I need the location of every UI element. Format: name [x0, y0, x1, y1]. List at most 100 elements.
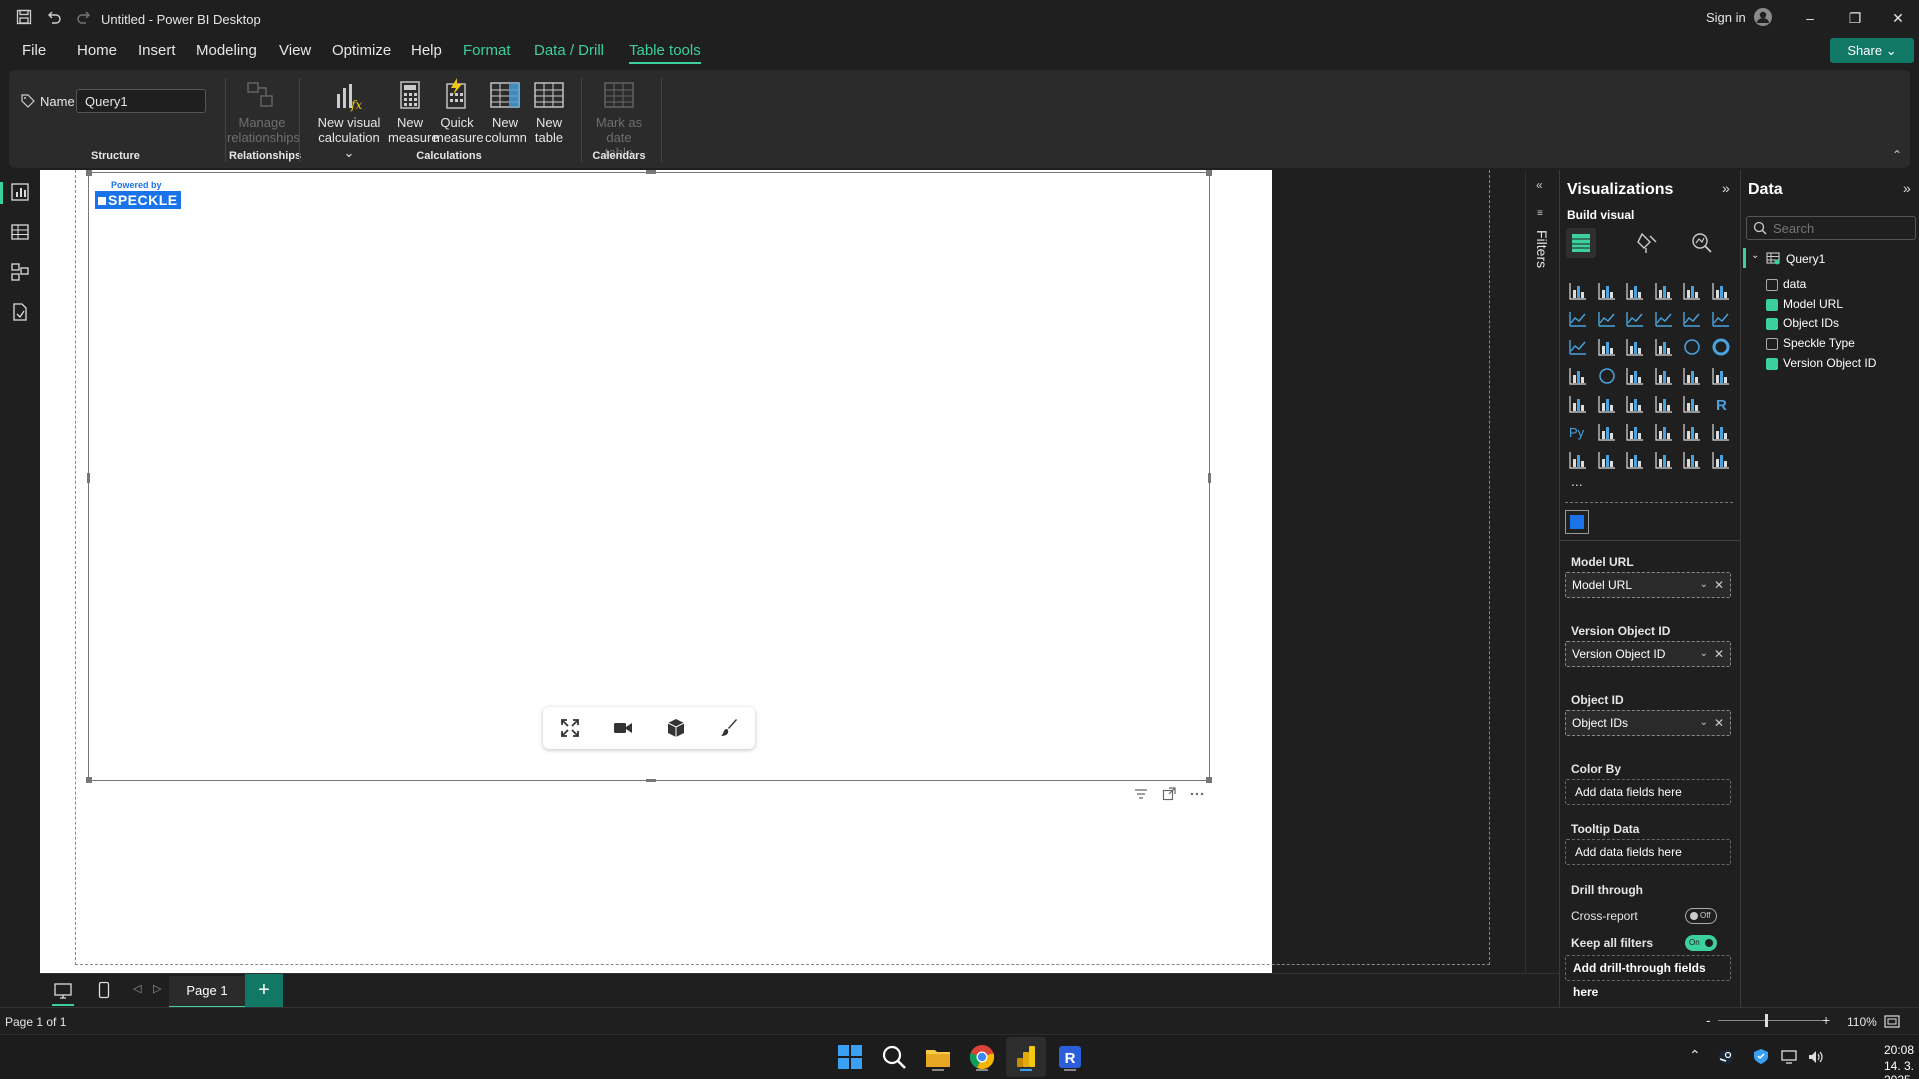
well-color-by[interactable]: Add data fields here [1565, 779, 1731, 805]
field-checkbox[interactable] [1766, 338, 1778, 351]
line-stacked-column-chart-icon[interactable] [1683, 310, 1701, 328]
menu-help[interactable]: Help [411, 42, 442, 59]
map-icon[interactable] [1598, 367, 1616, 385]
tab-table-tools[interactable]: Table tools [629, 42, 701, 64]
security-tray-icon[interactable] [1753, 1048, 1769, 1065]
desktop-layout-icon[interactable] [54, 982, 72, 1000]
smart-narrative-icon[interactable] [1683, 423, 1701, 441]
field-version-object-id[interactable]: Version Object ID [1783, 356, 1876, 370]
100-stacked-area-chart-icon[interactable] [1654, 310, 1673, 328]
menu-insert[interactable]: Insert [138, 42, 176, 59]
line-chart-icon[interactable] [1569, 310, 1587, 328]
multi-row-card-icon[interactable] [1569, 395, 1587, 413]
100-stacked-bar-chart-icon[interactable] [1683, 282, 1701, 300]
azure-map-icon[interactable] [1654, 367, 1673, 385]
chrome-icon[interactable] [968, 1043, 996, 1071]
format-visual-icon[interactable] [1636, 232, 1658, 254]
zoom-extents-icon[interactable] [560, 718, 580, 738]
menu-optimize[interactable]: Optimize [332, 42, 391, 59]
speckle-visual[interactable] [86, 170, 1212, 783]
menu-view[interactable]: View [279, 42, 311, 59]
resize-handle[interactable] [646, 779, 656, 782]
menu-modeling[interactable]: Modeling [196, 42, 257, 59]
drill-through-well[interactable]: Add drill-through fields here [1565, 955, 1731, 999]
resize-handle[interactable] [646, 170, 656, 174]
metrics-icon[interactable] [1711, 423, 1730, 441]
paint-brush-icon[interactable] [719, 718, 739, 738]
scroll-left-icon[interactable]: ◁ [133, 982, 141, 995]
new-visual-calculation-button[interactable]: New visual calculation ⌄ [312, 115, 386, 160]
stacked-bar-chart-icon[interactable] [1569, 282, 1587, 300]
zoom-level[interactable]: 110% [1847, 1015, 1877, 1029]
share-button[interactable]: Share ⌄ [1830, 38, 1914, 63]
account-icon[interactable] [1753, 7, 1773, 27]
dax-query-view-icon[interactable] [10, 302, 30, 322]
well-version-object-id[interactable]: Version Object ID ⌄ ✕ [1565, 641, 1731, 667]
stacked-column-chart-icon[interactable] [1597, 282, 1616, 300]
zoom-slider-thumb[interactable] [1765, 1014, 1769, 1027]
remove-field-icon[interactable]: ✕ [1714, 573, 1724, 597]
zoom-out-button[interactable]: - [1706, 1012, 1711, 1028]
zoom-in-button[interactable]: + [1822, 1012, 1830, 1028]
qa-visual-icon[interactable] [1654, 423, 1673, 441]
menu-file[interactable]: File [22, 42, 46, 59]
minimize-button[interactable]: – [1790, 6, 1830, 30]
redo-icon[interactable] [76, 9, 92, 25]
field-checkbox[interactable] [1766, 318, 1778, 331]
matrix-icon[interactable] [1683, 395, 1701, 413]
table-view-icon[interactable] [10, 222, 30, 242]
card-icon[interactable] [1711, 367, 1730, 385]
resize-handle[interactable] [86, 777, 92, 783]
network-icon[interactable] [1781, 1049, 1799, 1065]
resize-handle[interactable] [86, 170, 92, 176]
line-clustered-column-chart-icon[interactable] [1711, 310, 1730, 328]
table-icon[interactable] [1654, 395, 1673, 413]
zoom-slider[interactable] [1718, 1020, 1828, 1021]
power-bi-icon[interactable] [1012, 1043, 1040, 1071]
resize-handle[interactable] [1208, 473, 1211, 483]
focus-mode-icon[interactable] [1162, 787, 1176, 801]
field-object-ids[interactable]: Object IDs [1783, 316, 1839, 330]
new-table-button[interactable]: New table [529, 115, 569, 145]
name-input[interactable] [76, 89, 206, 113]
python-visual-icon[interactable]: Py [1569, 423, 1587, 441]
paginated-report-icon[interactable] [1569, 451, 1587, 469]
well-object-id[interactable]: Object IDs ⌄ ✕ [1565, 710, 1731, 736]
close-button[interactable]: ✕ [1878, 6, 1918, 30]
funnel-chart-icon[interactable] [1626, 338, 1644, 356]
stacked-area-chart-icon[interactable] [1626, 310, 1644, 328]
resize-handle[interactable] [1206, 170, 1212, 176]
custom-visual-speckle[interactable] [1565, 510, 1589, 534]
gauge-icon[interactable] [1683, 367, 1701, 385]
filter-icon[interactable] [1134, 787, 1148, 801]
new-measure-button[interactable]: New measure [388, 115, 439, 145]
tab-format[interactable]: Format [463, 42, 511, 59]
chevron-down-icon[interactable]: ⌄ [1751, 250, 1759, 261]
tab-data-drill[interactable]: Data / Drill [534, 42, 604, 59]
field-checkbox[interactable] [1766, 298, 1778, 311]
area-chart-icon[interactable] [1597, 310, 1616, 328]
ribbon-chart-icon[interactable] [1569, 338, 1587, 356]
undo-icon[interactable] [46, 9, 62, 25]
menu-home[interactable]: Home [77, 42, 117, 59]
clock-date[interactable]: 14. 3. 2025. [1862, 1059, 1914, 1079]
camera-icon[interactable] [613, 718, 633, 738]
well-model-url[interactable]: Model URL ⌄ ✕ [1565, 572, 1731, 598]
mobile-layout-icon[interactable] [98, 981, 110, 999]
windows-start-icon[interactable] [836, 1043, 864, 1071]
slicer-icon[interactable] [1626, 395, 1644, 413]
treemap-icon[interactable] [1569, 367, 1587, 385]
more-options-icon[interactable] [1190, 787, 1204, 801]
field-checkbox[interactable] [1766, 279, 1778, 291]
field-model-url[interactable]: Model URL [1783, 297, 1843, 311]
scatter-chart-icon[interactable] [1654, 338, 1673, 356]
chevron-down-icon[interactable]: ⌄ [1700, 642, 1708, 666]
restore-button[interactable]: ❐ [1835, 6, 1875, 30]
field-speckle-type[interactable]: Speckle Type [1783, 336, 1855, 350]
donut-chart-icon[interactable] [1712, 338, 1730, 356]
r-script-visual-icon[interactable]: R [1712, 395, 1730, 413]
more-visuals-button[interactable]: ... [1571, 473, 1583, 489]
kpi-icon[interactable] [1597, 395, 1616, 413]
100-stacked-column-chart-icon[interactable] [1711, 282, 1730, 300]
volume-icon[interactable] [1807, 1049, 1825, 1065]
